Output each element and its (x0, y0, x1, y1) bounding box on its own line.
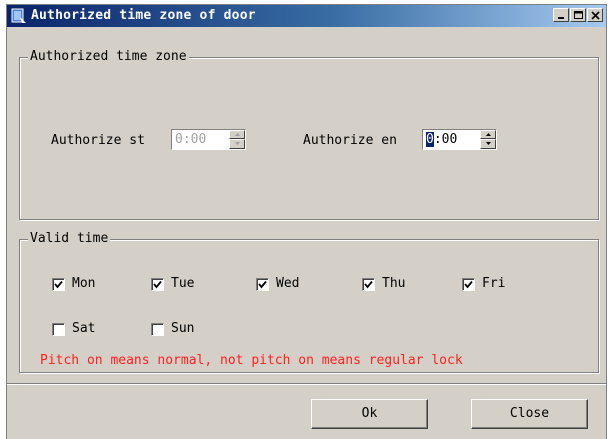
day-label-sun: Sun (171, 321, 195, 336)
checkmark-icon (464, 280, 473, 289)
authorize-start-label: Authorize st (51, 133, 145, 148)
day-label-sat: Sat (72, 321, 96, 336)
minimize-icon (558, 17, 564, 19)
checkbox-sat[interactable] (52, 323, 65, 336)
authorize-end-label: Authorize en (303, 133, 397, 148)
end-spin-arrows (480, 130, 496, 149)
checkbox-wed[interactable] (256, 278, 269, 291)
start-spin-up[interactable] (229, 130, 245, 139)
day-label-thu: Thu (382, 276, 406, 291)
caption-buttons (552, 8, 603, 24)
end-spin-down[interactable] (480, 139, 496, 149)
dialog-window: Authorized time zone of door Authorized … (6, 4, 607, 439)
door-app-icon (11, 8, 26, 23)
footer-separator (7, 383, 606, 385)
arrow-down-icon (486, 142, 491, 145)
authorize-end-hour: 0 (426, 132, 434, 147)
valid-time-legend: Valid time (28, 231, 111, 246)
checkbox-fri[interactable] (462, 278, 475, 291)
lock-mode-note: Pitch on means normal, not pitch on mean… (40, 353, 463, 368)
maximize-icon (574, 11, 583, 19)
time-zone-legend: Authorized time zone (28, 49, 189, 64)
authorize-end-minutes: :00 (433, 132, 458, 147)
authorize-start-spinner[interactable]: 0:00 (171, 129, 246, 150)
checkbox-mon[interactable] (52, 278, 65, 291)
arrow-up-icon (486, 133, 491, 136)
start-spin-arrows (229, 130, 245, 149)
checkmark-icon (153, 280, 162, 289)
minimize-button[interactable] (553, 8, 569, 22)
close-window-button[interactable] (587, 8, 603, 22)
valid-time-group: Valid time Mon Tue Wed Thu Fri Sat Sun Pitch o… (19, 231, 599, 373)
day-label-mon: Mon (72, 276, 96, 291)
checkbox-tue[interactable] (151, 278, 164, 291)
start-spin-down[interactable] (229, 139, 245, 149)
arrow-down-icon (235, 142, 240, 145)
day-label-fri: Fri (482, 276, 506, 291)
day-label-tue: Tue (171, 276, 195, 291)
close-button[interactable]: Close (471, 399, 588, 429)
maximize-button[interactable] (570, 8, 586, 22)
title-bar[interactable]: Authorized time zone of door (7, 5, 606, 27)
time-zone-group: Authorized time zone Authorize st 0:00 A… (19, 49, 599, 220)
day-label-wed: Wed (276, 276, 300, 291)
ok-button[interactable]: Ok (311, 399, 428, 429)
window-title: Authorized time zone of door (31, 8, 256, 23)
checkbox-thu[interactable] (362, 278, 375, 291)
checkmark-icon (54, 280, 63, 289)
checkmark-icon (258, 280, 267, 289)
checkmark-icon (364, 280, 373, 289)
authorize-end-spinner[interactable]: 0:00 (422, 129, 497, 150)
arrow-up-icon (235, 133, 240, 136)
authorize-start-value: 0:00 (175, 132, 207, 147)
close-icon (591, 11, 600, 20)
end-spin-up[interactable] (480, 130, 496, 139)
checkbox-sun[interactable] (151, 323, 164, 336)
